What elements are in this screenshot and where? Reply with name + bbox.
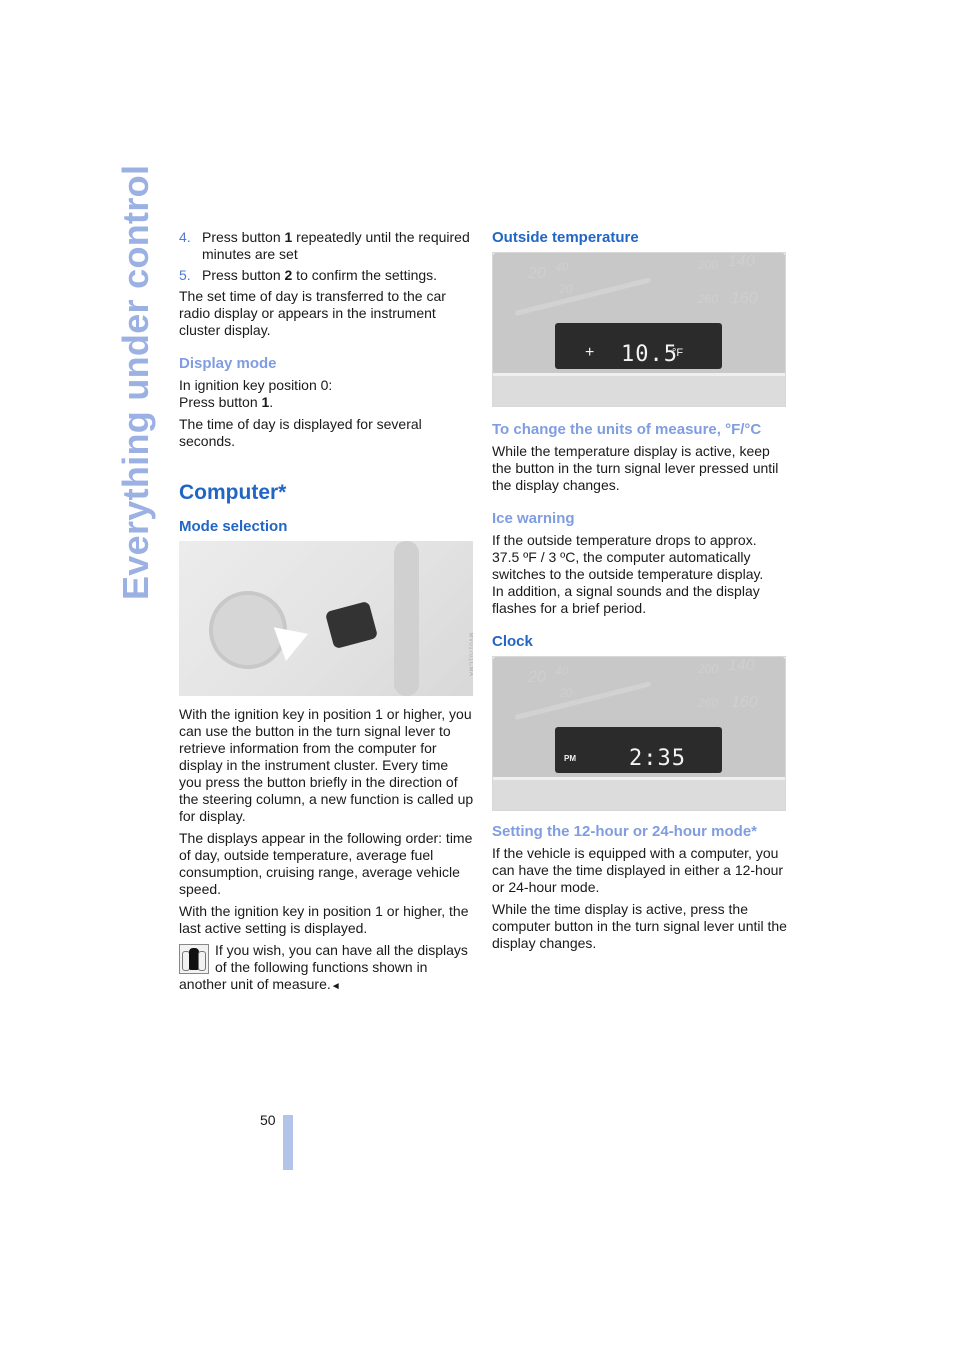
note-unit-of-measure: If you wish, you can have all the displa… [179,942,468,992]
lcd-unit: °F [672,347,684,359]
paragraph-hour-mode-1: If the vehicle is equipped with a comput… [492,845,784,895]
figure-outside-temperature-display: 20 40 20 200 140 260 160 + 10.5 °F MV017… [492,252,786,407]
heading-hour-mode: Setting the 12-hour or 24-hour mode* [492,823,758,840]
left-column: 4. Press button 1 repeatedly until the r… [179,229,474,1000]
dial-label: 200 [698,258,719,272]
step-number: 5. [179,267,191,283]
dial-label: 260 [698,292,719,306]
dial-label: 200 [698,662,719,676]
figure-code: MV01701CMA [467,632,473,677]
paragraph-transfer: The set time of day is transferred to th… [179,288,446,338]
steering-column [394,541,419,696]
figure-code: MV01740CMA [778,748,785,792]
right-column: Outside temperature 20 40 20 200 140 260… [492,229,787,957]
paragraph-ice-warning-1: If the outside temperature drops to appr… [492,532,764,582]
paragraph-change-units: While the temperature display is active,… [492,443,779,493]
dial-label: 20 [559,282,573,296]
end-mark-icon: ◄ [330,981,341,992]
step-text: Press button 1 repeatedly until the requ… [202,229,470,262]
dial-label: 40 [555,260,569,274]
heading-change-units: To change the units of measure, °F/°C [492,421,762,438]
dial-label: 40 [555,664,569,678]
dial-label: 20 [559,686,573,700]
heading-mode-selection: Mode selection [179,518,288,535]
figure-clock-display: 20 40 20 200 140 260 160 PM 2:35 MV01740… [492,656,786,811]
step-5: 5. Press button 2 to confirm the setting… [179,267,474,284]
paragraph-mode-2: The displays appear in the following ord… [179,830,473,897]
heading-computer: Computer* [179,481,287,504]
paragraph-mode-1: With the ignition key in position 1 or h… [179,706,474,824]
heading-ice-warning: Ice warning [492,510,575,527]
page-marker-bar [283,1115,293,1170]
dial-label: 160 [731,290,758,307]
lcd-temperature-value: 10.5 [621,342,678,367]
step-4: 4. Press button 1 repeatedly until the r… [179,229,474,263]
lcd-display: PM 2:35 [555,727,722,773]
paragraph-display-mode: In ignition key position 0: Press button … [179,377,333,410]
heading-outside-temperature: Outside temperature [492,229,639,246]
step-number: 4. [179,229,191,245]
step-text: Press button 2 to confirm the settings. [202,267,438,283]
lcd-sign: + [585,344,595,361]
paragraph-mode-3: With the ignition key in position 1 or h… [179,903,469,936]
dial-label: 260 [698,696,719,710]
paragraph-ice-warning-2: In addition, a signal sounds and the dis… [492,583,760,616]
dial-label: 140 [728,253,755,270]
figure-code: MV01741CMA [778,344,785,388]
lcd-time-value: 2:35 [629,746,686,771]
heading-clock: Clock [492,633,533,650]
dial-label: 140 [728,657,755,674]
dial-label: 20 [528,265,546,282]
person-figures-icon [179,944,209,974]
figure-turn-signal-lever: MV01701CMA [179,541,473,696]
lcd-display: + 10.5 °F [555,323,722,369]
heading-display-mode: Display mode [179,355,277,372]
dial-label: 160 [731,694,758,711]
paragraph-hour-mode-2: While the time display is active, press … [492,901,787,951]
page-number: 50 [260,1112,276,1128]
lcd-pm-indicator: PM [564,754,576,763]
paragraph-time-displayed: The time of day is displayed for several… [179,416,422,449]
dial-label: 20 [528,669,546,686]
side-section-title: Everything under control [115,164,156,600]
